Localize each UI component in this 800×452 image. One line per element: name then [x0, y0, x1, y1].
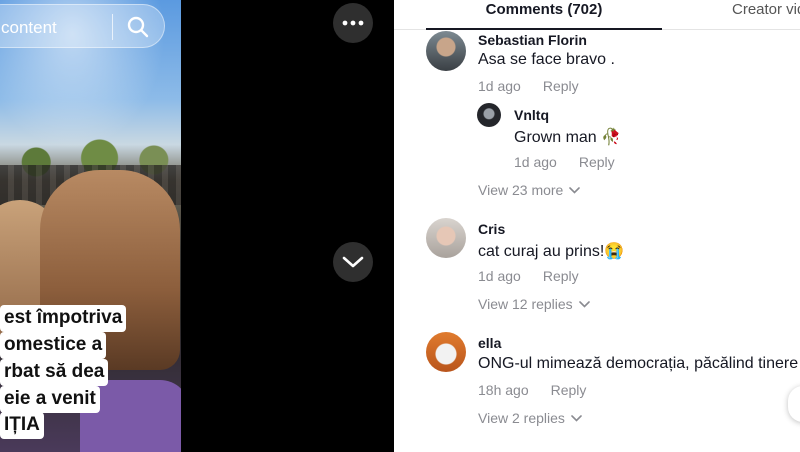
- reply-button[interactable]: Reply: [543, 78, 579, 94]
- reply-button[interactable]: Reply: [579, 154, 615, 170]
- avatar[interactable]: [426, 332, 466, 372]
- avatar[interactable]: [426, 218, 466, 258]
- tab-creator-videos[interactable]: Creator vid: [732, 0, 800, 30]
- comment-time: 18h ago: [478, 382, 529, 398]
- search-bar[interactable]: content: [0, 4, 165, 48]
- panel-tabs: Comments (702) Creator vid: [394, 0, 800, 30]
- scroll-to-top-button[interactable]: [788, 386, 800, 422]
- ellipsis-icon: [342, 20, 364, 26]
- video-letterbox: [181, 0, 394, 452]
- search-divider: [112, 14, 113, 40]
- next-video-button[interactable]: [333, 242, 373, 282]
- caption-line: rbat să dea: [0, 359, 109, 386]
- reply-button[interactable]: Reply: [543, 268, 579, 284]
- caption-line: est împotriva: [0, 305, 127, 332]
- reply-button[interactable]: Reply: [551, 382, 587, 398]
- view-more-replies-button[interactable]: View 12 replies: [478, 296, 590, 312]
- comment-meta: 18h ago Reply: [478, 382, 586, 398]
- comment-time: 1d ago: [478, 268, 521, 284]
- comment-username[interactable]: ella: [478, 335, 501, 351]
- view-more-label: View 23 more: [478, 182, 564, 198]
- comment-text: ONG-ul mimează democrația, păcălind tine…: [478, 355, 799, 372]
- chevron-down-icon: [571, 414, 582, 422]
- comment-text: Asa se face bravo .: [478, 51, 615, 68]
- tab-comments[interactable]: Comments (702): [426, 0, 662, 30]
- video-player[interactable]: content est împotriva omestice a rbat să…: [0, 0, 181, 452]
- caption-line: eie a venit: [0, 386, 100, 413]
- reply-meta: 1d ago Reply: [514, 154, 615, 170]
- reply-time: 1d ago: [514, 154, 557, 170]
- caption-line: omestice a: [0, 332, 107, 359]
- comment-text: cat curaj au prins!😭: [478, 243, 625, 260]
- app-root: content est împotriva omestice a rbat să…: [0, 0, 800, 452]
- search-text: content: [1, 18, 57, 37]
- view-more-replies-button[interactable]: View 2 replies: [478, 410, 582, 426]
- comment-username[interactable]: Sebastian Florin: [478, 32, 587, 48]
- comment-meta: 1d ago Reply: [478, 268, 579, 284]
- comment-meta: 1d ago Reply: [478, 78, 579, 94]
- chevron-down-icon: [342, 256, 364, 268]
- reply-username[interactable]: Vnltq: [514, 107, 549, 123]
- chevron-down-icon: [578, 300, 590, 308]
- avatar[interactable]: [426, 31, 466, 71]
- search-icon[interactable]: [126, 15, 150, 39]
- caption-line: IȚIA: [0, 412, 44, 439]
- more-options-button[interactable]: [333, 3, 373, 43]
- view-more-replies-button[interactable]: View 23 more: [478, 182, 581, 198]
- avatar[interactable]: [477, 103, 501, 127]
- comment-username[interactable]: Cris: [478, 221, 505, 237]
- view-more-label: View 12 replies: [478, 296, 573, 312]
- view-more-label: View 2 replies: [478, 410, 565, 426]
- comments-panel: Comments (702) Creator vid Sebastian Flo…: [394, 0, 800, 452]
- comment-time: 1d ago: [478, 78, 521, 94]
- reply-text: Grown man 🥀: [514, 129, 622, 146]
- chevron-down-icon: [569, 186, 581, 194]
